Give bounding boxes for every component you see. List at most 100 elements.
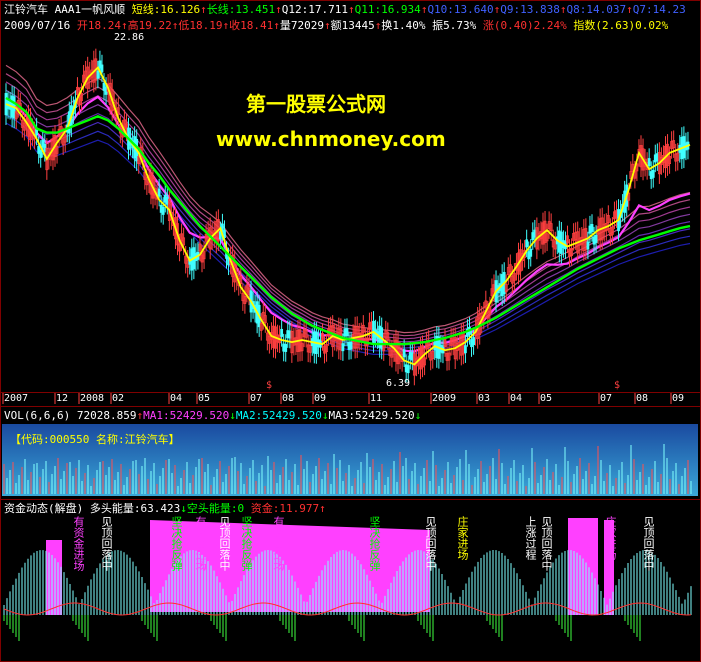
header-line1-item: 短线:16.126 bbox=[131, 3, 201, 16]
fund-header-item: 空头能量:0 bbox=[186, 502, 245, 515]
signal-label: 上涨过程 bbox=[524, 516, 537, 560]
candle-body bbox=[100, 64, 104, 73]
candle-body bbox=[472, 337, 475, 346]
header-line2-item: 指数(2.63)0.02% bbox=[566, 19, 669, 32]
signal-label: 见顶回落中 bbox=[540, 516, 553, 571]
time-axis-label: 2007 bbox=[4, 393, 29, 404]
signal-label: 有资金进场 bbox=[272, 516, 285, 571]
header-line1-item: Q8:14.037 bbox=[566, 3, 627, 16]
time-axis-label: 12 bbox=[56, 393, 69, 404]
header-line2-item: 收18.41 bbox=[229, 19, 274, 32]
vol-header-item: MA1:52429.520 bbox=[143, 409, 230, 422]
candle-body bbox=[586, 241, 590, 250]
vol-header-item: ↓ bbox=[321, 409, 329, 422]
header-line2-item: 低18.19 bbox=[178, 19, 223, 32]
indicator-header-line1: 江铃汽车 AAA1一帆风顺 短线:16.126↑长线:13.451↑Q12:17… bbox=[4, 3, 686, 16]
header-line1-item: Q9:13.838 bbox=[500, 3, 560, 16]
candle-body bbox=[349, 341, 353, 350]
time-axis-label: 08 bbox=[636, 393, 649, 404]
header-line2-item: 量72029 bbox=[279, 19, 324, 32]
signal-label: 见顶回落中 bbox=[218, 516, 231, 571]
signal-label: 坚决抢反弹 bbox=[240, 516, 253, 571]
signal-dollar-mark: $ bbox=[266, 380, 273, 391]
header-line1-item: Q11:16.934 bbox=[354, 3, 421, 16]
header-line1-item: ↑ bbox=[347, 3, 355, 16]
header-line2-item: 开18.24 bbox=[76, 19, 121, 32]
time-axis-label: 04 bbox=[510, 393, 523, 404]
header-line2-item: 2009/07/16 bbox=[4, 19, 77, 32]
signal-label: 见顶回落中 bbox=[642, 516, 655, 571]
signal-label: 坚决抢反弹 bbox=[170, 516, 183, 571]
low-price-mark: 6.39 bbox=[386, 378, 411, 389]
candle-body bbox=[161, 206, 165, 215]
header-line1-item: 江铃汽车 bbox=[4, 3, 55, 16]
header-line2-item: 振5.73% bbox=[425, 19, 477, 32]
time-axis-label: 2008 bbox=[80, 393, 105, 404]
candle-body bbox=[525, 239, 529, 248]
candle-body bbox=[39, 149, 43, 158]
vol-header-item: 72028.859 bbox=[76, 409, 137, 422]
time-axis-label: 07 bbox=[250, 393, 263, 404]
candle-body bbox=[651, 169, 655, 178]
time-axis-label: 2009 bbox=[432, 393, 457, 404]
fund-header-item: 资金动态(解盘) bbox=[4, 502, 90, 515]
time-axis-label: 09 bbox=[314, 393, 327, 404]
header-line2-item: 换1.40% bbox=[381, 19, 426, 32]
vol-header-item: MA2:52429.520 bbox=[235, 409, 322, 422]
time-axis-label: 11 bbox=[370, 393, 383, 404]
time-axis-label: 09 bbox=[672, 393, 685, 404]
volume-header: VOL(6,6,6) 72028.859↑MA1:52429.520↓MA2:5… bbox=[4, 409, 421, 422]
fund-header-item: 多头能量:63.423 bbox=[89, 502, 181, 515]
header-line1-item: 长线:13.451 bbox=[206, 3, 276, 16]
signal-label: 见顶回落中 bbox=[424, 516, 437, 571]
fund-magenta-bar bbox=[46, 540, 62, 615]
candle-body bbox=[284, 344, 288, 352]
fund-header-item: ↑ bbox=[319, 502, 326, 515]
time-axis-label: 05 bbox=[198, 393, 211, 404]
fund-header-item: ↓ bbox=[180, 502, 187, 515]
signal-label: 庄家进场 bbox=[456, 516, 469, 560]
signal-label: 坚决抢反弹 bbox=[368, 516, 381, 571]
candle-body bbox=[594, 234, 598, 243]
time-axis-label: 03 bbox=[478, 393, 491, 404]
header-line1-item: Q12:17.711 bbox=[281, 3, 348, 16]
time-axis-label: 05 bbox=[540, 393, 553, 404]
vol-header-item: VOL(6,6,6) bbox=[4, 409, 77, 422]
signal-label: 见顶回落中 bbox=[100, 516, 113, 571]
chart-window[interactable]: 江铃汽车 AAA1一帆风顺 短线:16.126↑长线:13.451↑Q12:17… bbox=[0, 0, 701, 662]
candle-body bbox=[529, 248, 533, 257]
vol-header-item: ↓ bbox=[229, 409, 236, 422]
vol-header-item: MA3:52429.520 bbox=[328, 409, 415, 422]
vol-header-item: ↓ bbox=[414, 409, 422, 422]
fund-header-item: 资金:11.977 bbox=[244, 502, 320, 515]
candle-body bbox=[647, 158, 651, 167]
header-line1-item: ↑ bbox=[626, 3, 633, 16]
header-line1-item: ↑ bbox=[275, 3, 282, 16]
header-line1-item: ↑ bbox=[559, 3, 567, 16]
header-line2-item: 高19.22 bbox=[127, 19, 172, 32]
candle-body bbox=[96, 70, 100, 79]
header-line2-item: 额13445 bbox=[330, 19, 375, 32]
candle-body bbox=[345, 328, 349, 337]
watermark-title: 第一股票公式网 bbox=[246, 92, 386, 116]
time-axis-label: 04 bbox=[170, 393, 183, 404]
candle-body bbox=[280, 328, 284, 337]
header-line1-item: ↑ bbox=[200, 3, 207, 16]
candle-body bbox=[341, 343, 345, 352]
candle-body bbox=[464, 345, 467, 354]
stock-info: 【代码:000550 名称:江铃汽车】 bbox=[10, 433, 180, 446]
high-price-mark: 22.86 bbox=[114, 32, 145, 43]
signal-label: 有资金进场 bbox=[194, 516, 207, 571]
signal-label: 有资金进场 bbox=[72, 516, 85, 571]
candle-body bbox=[157, 188, 161, 197]
quote-header-line2: 2009/07/16 开18.24↑高19.22↑低18.19↑收18.41↑量… bbox=[4, 19, 668, 32]
header-line2-item: ↑ bbox=[273, 19, 280, 32]
candle-body bbox=[590, 224, 594, 232]
candle-body bbox=[402, 349, 406, 358]
watermark-url: www.chnmoney.com bbox=[216, 127, 446, 151]
time-axis-label: 07 bbox=[600, 393, 613, 404]
signal-label: 庄家进场 bbox=[604, 516, 617, 560]
header-line1-item: AAA1一帆风顺 bbox=[54, 3, 132, 16]
time-axis-label: 02 bbox=[112, 393, 125, 404]
header-line1-item: Q7:14.23 bbox=[632, 3, 686, 16]
